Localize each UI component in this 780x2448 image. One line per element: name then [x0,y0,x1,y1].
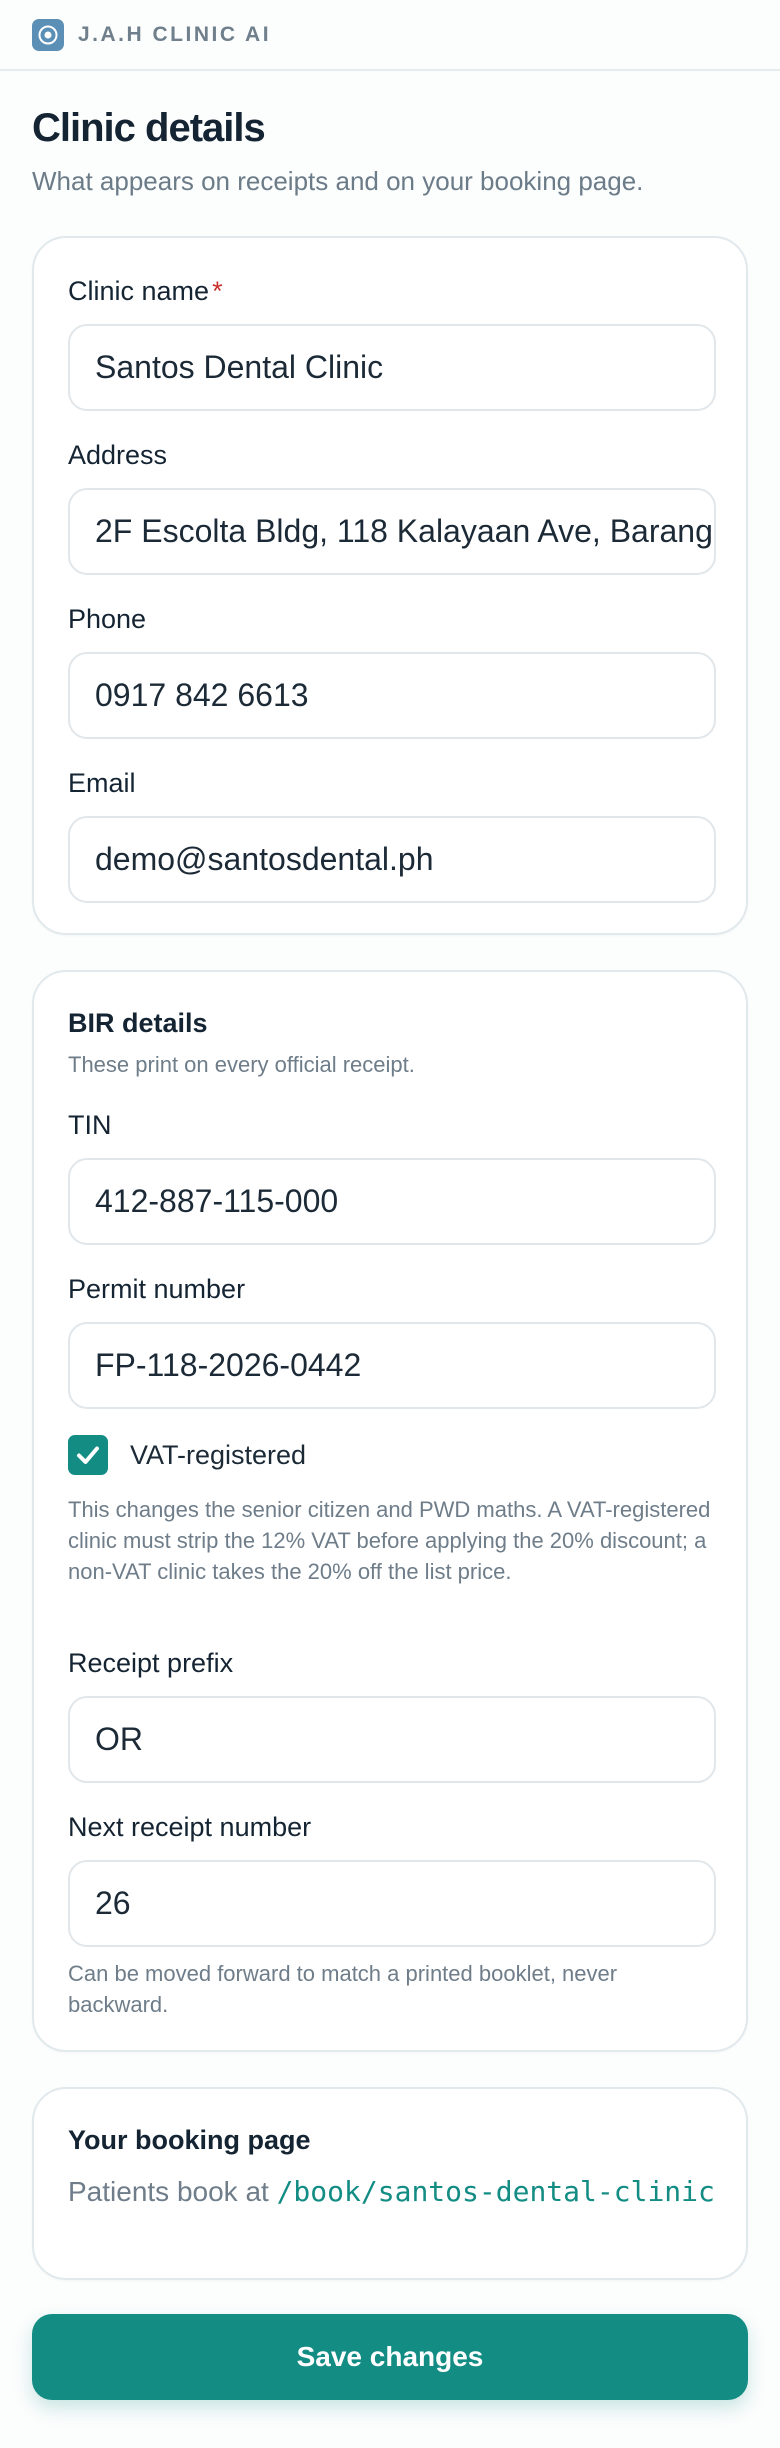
address-label: Address [68,440,168,470]
clinic-name-label: Clinic name * [68,276,223,307]
bir-section-title: BIR details [68,1008,208,1038]
next-receipt-help-text: Can be moved forward to match a printed … [68,1961,618,2017]
address-value: 2F Escolta Bldg, 118 Kalayaan Ave, Baran… [95,513,716,549]
bir-section-subtitle: These print on every official receipt. [68,1052,415,1077]
next-receipt-input[interactable]: 26 [68,1860,716,1947]
clinic-name-value: Santos Dental Clinic [95,349,384,385]
phone-value: 0917 842 6613 [95,677,309,713]
vat-checkbox-label[interactable]: VAT-registered [130,1440,306,1471]
checkmark-icon [77,1446,99,1464]
booking-page-text: Patients book at /book/santos-dental-cli… [68,2172,718,2211]
vat-checkbox[interactable] [68,1435,108,1475]
clinic-details-card: Clinic name * Santos Dental Clinic Addres… [32,236,748,935]
email-value: demo@santosdental.ph [95,841,434,877]
email-input[interactable]: demo@santosdental.ph [68,816,716,903]
top-bar: J.A.H CLINIC AI [0,0,780,71]
booking-page-link[interactable]: /book/santos-dental-clinic [277,2175,715,2208]
required-mark: * [212,276,223,306]
tin-value: 412-887-115-000 [95,1183,339,1219]
save-changes-button[interactable]: Save changes [32,2314,748,2400]
receipt-prefix-value: OR [95,1721,143,1757]
phone-label: Phone [68,604,147,634]
receipt-prefix-input[interactable]: OR [68,1696,716,1783]
booking-text-prefix: Patients book at [68,2176,277,2207]
permit-value: FP-118-2026-0442 [95,1347,362,1383]
phone-input[interactable]: 0917 842 6613 [68,652,716,739]
permit-label: Permit number [68,1274,246,1304]
page-subtitle: What appears on receipts and on your boo… [32,166,644,196]
clinic-name-input[interactable]: Santos Dental Clinic [68,324,716,411]
booking-section-title: Your booking page [68,2125,311,2155]
tin-input[interactable]: 412-887-115-000 [68,1158,716,1245]
next-receipt-value: 26 [95,1885,131,1921]
logo-icon [32,18,64,51]
address-input[interactable]: 2F Escolta Bldg, 118 Kalayaan Ave, Baran… [68,488,716,575]
email-label: Email [68,768,136,798]
next-receipt-label: Next receipt number [68,1812,312,1842]
tin-label: TIN [68,1110,112,1140]
receipt-prefix-label: Receipt prefix [68,1648,234,1678]
booking-page-card: Your booking page Patients book at /book… [32,2087,748,2280]
clinic-name-label-text: Clinic name [68,276,210,306]
vat-help-text: This changes the senior citizen and PWD … [68,1497,711,1584]
permit-input[interactable]: FP-118-2026-0442 [68,1322,716,1409]
brand-name: J.A.H CLINIC AI [78,22,272,46]
bir-details-card: BIR details These print on every officia… [32,970,748,2052]
page-title: Clinic details [32,106,266,150]
